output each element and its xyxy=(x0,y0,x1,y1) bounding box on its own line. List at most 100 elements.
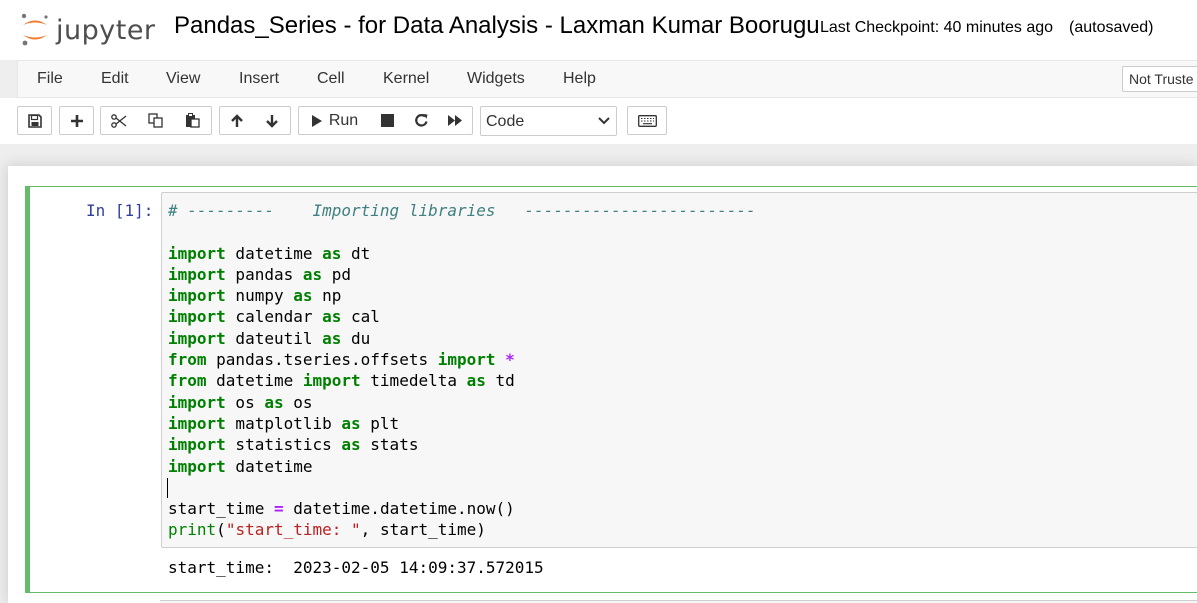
fast-forward-icon xyxy=(448,115,462,126)
menu-help[interactable]: Help xyxy=(563,70,596,88)
code-token: import xyxy=(168,435,226,455)
code-token: import xyxy=(168,456,226,476)
code-line: print("start_time: ", start_time) xyxy=(168,519,756,540)
code-token: datetime.datetime.now() xyxy=(283,499,515,519)
code-token: stats xyxy=(360,435,419,455)
code-token: , start_time) xyxy=(360,520,486,540)
logo-text: jupyter xyxy=(56,14,156,46)
code-line: start_time = datetime.datetime.now() xyxy=(168,498,756,519)
stop-icon xyxy=(380,114,394,127)
code-token: pandas xyxy=(225,264,303,284)
code-line: # --------- Importing libraries --------… xyxy=(168,200,756,221)
code-token: datetime xyxy=(225,243,323,263)
code-token: import xyxy=(168,392,226,412)
code-token: du xyxy=(341,328,371,348)
code-line: import datetime xyxy=(168,456,756,477)
copy-icon xyxy=(147,113,163,128)
input-prompt: In [1]: xyxy=(86,201,154,220)
code-token: os xyxy=(283,392,313,412)
keyboard-icon xyxy=(637,114,657,127)
copy-button[interactable] xyxy=(137,106,175,135)
trust-status-button[interactable]: Not Truste xyxy=(1122,66,1197,92)
code-line: import os as os xyxy=(168,392,756,413)
code-line: import statistics as stats xyxy=(168,434,756,455)
code-token: import xyxy=(168,264,226,284)
notebook-header: jupyter Pandas_Series - for Data Analysi… xyxy=(0,0,1197,60)
code-token: matplotlib xyxy=(225,413,342,433)
move-cell-down-button[interactable] xyxy=(254,106,291,135)
code-line: from datetime import timedelta as td xyxy=(168,370,756,391)
code-token: timedelta xyxy=(360,371,467,391)
code-token: import xyxy=(437,350,496,370)
arrow-down-icon xyxy=(266,114,278,128)
menu-cell[interactable]: Cell xyxy=(317,70,345,88)
code-token: numpy xyxy=(225,286,294,306)
code-token: as xyxy=(302,264,323,284)
menu-file[interactable]: File xyxy=(37,70,63,88)
menu-widgets[interactable]: Widgets xyxy=(467,70,525,88)
code-token: import xyxy=(168,286,226,306)
code-line: import calendar as cal xyxy=(168,306,756,327)
arrow-up-icon xyxy=(231,113,243,127)
menu-insert[interactable]: Insert xyxy=(239,70,279,88)
menu-kernel[interactable]: Kernel xyxy=(383,70,429,88)
code-token: ( xyxy=(216,520,226,540)
command-palette-button[interactable] xyxy=(627,106,667,135)
code-token: as xyxy=(466,371,486,391)
code-token: from xyxy=(168,371,207,391)
code-token: dateutil xyxy=(225,328,323,348)
code-token: td xyxy=(485,371,515,391)
restart-kernel-button[interactable] xyxy=(404,106,439,135)
save-icon xyxy=(27,113,42,128)
code-token: statistics xyxy=(225,435,342,455)
paste-button[interactable] xyxy=(174,106,212,135)
jupyter-logo[interactable]: jupyter xyxy=(20,10,156,50)
checkpoint-status: Last Checkpoint: 40 minutes ago xyxy=(820,19,1054,36)
code-line: import pandas as pd xyxy=(168,264,756,285)
restart-run-all-button[interactable] xyxy=(438,106,473,135)
code-token: cal xyxy=(341,307,380,327)
text-cursor xyxy=(167,478,168,498)
code-token: as xyxy=(322,328,342,348)
code-token: import xyxy=(302,371,361,391)
interrupt-kernel-button[interactable] xyxy=(370,106,405,135)
menu-edit[interactable]: Edit xyxy=(101,70,129,88)
code-token: start_time xyxy=(168,499,274,519)
code-token: import xyxy=(168,328,226,348)
save-button[interactable] xyxy=(17,106,52,135)
cell-output: start_time: 2023-02-05 14:09:37.572015 xyxy=(168,558,544,577)
code-token: np xyxy=(312,286,342,306)
code-token: os xyxy=(225,392,265,412)
code-line: import numpy as np xyxy=(168,285,756,306)
code-token: as xyxy=(264,392,284,412)
menu-bar: File Edit View Insert Cell Kernel Widget… xyxy=(17,60,1197,98)
code-token: as xyxy=(341,435,361,455)
code-token: import xyxy=(168,243,226,263)
move-cell-up-button[interactable] xyxy=(219,106,255,135)
code-line: import datetime as dt xyxy=(168,243,756,264)
jupyter-logo-icon xyxy=(21,13,48,46)
cell-type-value: Code xyxy=(486,113,525,130)
code-token: as xyxy=(293,286,313,306)
notebook-title[interactable]: Pandas_Series - for Data Analysis - Laxm… xyxy=(174,12,820,40)
run-label: Run xyxy=(328,111,359,129)
code-token: pd xyxy=(322,264,352,284)
code-token: as xyxy=(322,243,342,263)
run-button[interactable]: Run xyxy=(298,106,371,135)
chevron-down-icon xyxy=(598,117,610,125)
code-token: as xyxy=(341,413,361,433)
cut-icon xyxy=(111,113,127,128)
restart-icon xyxy=(414,114,428,127)
code-token: import xyxy=(168,307,226,327)
code-text[interactable]: # --------- Importing libraries --------… xyxy=(168,200,756,541)
code-line: from pandas.tseries.offsets import * xyxy=(168,349,756,370)
cut-button[interactable] xyxy=(100,106,138,135)
code-token: * xyxy=(505,350,515,370)
menu-view[interactable]: View xyxy=(166,70,200,88)
paste-icon xyxy=(186,113,200,128)
insert-cell-button[interactable] xyxy=(59,106,94,135)
cell-type-select[interactable]: Code xyxy=(480,106,617,136)
code-line: import dateutil as du xyxy=(168,328,756,349)
